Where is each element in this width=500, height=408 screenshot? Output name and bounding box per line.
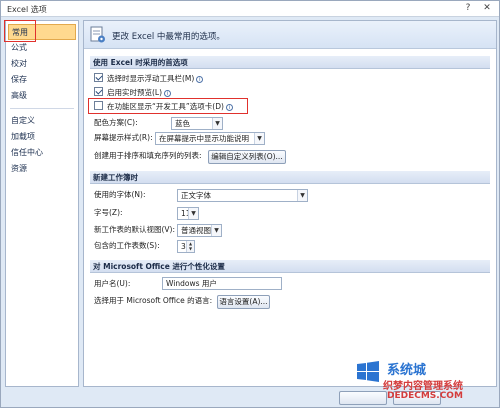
site-watermark: 系统城 织梦内容管理系统 DEDECMS.COM	[353, 357, 499, 407]
nav-item-save[interactable]: 保存	[6, 72, 78, 88]
screentip-select[interactable]: 在屏幕提示中显示功能说明 ▼	[155, 132, 265, 145]
username-value: Windows 用户	[166, 279, 217, 288]
font-size-label: 字号(Z):	[94, 208, 123, 217]
chevron-down-icon: ▼	[297, 190, 307, 201]
default-view-value: 普通视图	[181, 226, 211, 235]
section-personalize-title: 对 Microsoft Office 进行个性化设置	[90, 260, 490, 273]
default-view-select[interactable]: 普通视图 ▼	[177, 224, 222, 237]
sheets-count-label: 包含的工作表数(S):	[94, 241, 160, 250]
chevron-down-icon: ▼	[211, 225, 221, 236]
excel-options-dialog: Excel 选项 ? ✕ 常用 公式 校对 保存 高级 自定义 加载项 信任中心…	[0, 0, 500, 408]
edit-custom-lists-button[interactable]: 编辑自定义列表(O)...	[208, 150, 286, 164]
watermark-line2: 织梦内容管理系统	[383, 381, 463, 392]
nav-divider	[10, 108, 74, 109]
content-header: 更改 Excel 中最常用的选项。	[84, 21, 496, 49]
info-icon: i	[196, 76, 204, 83]
developer-tab-highlight-box	[88, 98, 248, 114]
color-scheme-value: 蓝色	[175, 119, 190, 128]
language-settings-button[interactable]: 语言设置(A)...	[217, 295, 270, 309]
window-title: Excel 选项	[7, 5, 47, 14]
info-icon: i	[164, 90, 172, 97]
help-icon[interactable]: ?	[459, 2, 477, 15]
language-label: 选择用于 Microsoft Office 的语言:	[94, 296, 213, 305]
nav-item-trust-center[interactable]: 信任中心	[6, 145, 78, 161]
chevron-down-icon: ▼	[188, 208, 198, 219]
options-content: 更改 Excel 中最常用的选项。 使用 Excel 时采用的首选项 选择时显示…	[83, 20, 497, 387]
options-nav: 常用 公式 校对 保存 高级 自定义 加载项 信任中心 资源	[5, 20, 79, 387]
color-scheme-label: 配色方案(C):	[94, 118, 138, 127]
username-input[interactable]: Windows 用户	[162, 277, 282, 290]
nav-item-proofing[interactable]: 校对	[6, 56, 78, 72]
chevron-down-icon: ▼	[254, 133, 264, 144]
close-icon[interactable]: ✕	[478, 2, 496, 15]
font-select[interactable]: 正文字体 ▼	[177, 189, 308, 202]
screentip-value: 在屏幕提示中显示功能说明	[159, 134, 249, 143]
chevron-down-icon: ▼	[212, 118, 222, 129]
live-preview-checkbox[interactable]	[94, 87, 103, 96]
section-preferences-title: 使用 Excel 时采用的首选项	[90, 56, 490, 69]
nav-item-addins[interactable]: 加载项	[6, 129, 78, 145]
nav-item-formulas[interactable]: 公式	[6, 40, 78, 56]
sheets-count-stepper[interactable]: 3 ▲ ▼	[177, 240, 195, 253]
watermark-line3: DEDECMS.COM	[387, 391, 463, 401]
font-size-select[interactable]: 11 ▼	[177, 207, 199, 220]
color-scheme-select[interactable]: 蓝色 ▼	[171, 117, 223, 130]
section-new-workbook-title: 新建工作簿时	[90, 171, 490, 184]
nav-highlight-box	[4, 20, 36, 42]
document-options-icon	[90, 26, 105, 43]
nav-item-customize[interactable]: 自定义	[6, 113, 78, 129]
header-text: 更改 Excel 中最常用的选项。	[112, 32, 225, 42]
custom-lists-label: 创建用于排序和填充序列的列表:	[94, 151, 202, 160]
screentip-label: 屏幕提示样式(R):	[94, 133, 153, 142]
mini-toolbar-option[interactable]: 选择时显示浮动工具栏(M) i	[94, 72, 204, 86]
font-value: 正文字体	[181, 191, 211, 200]
live-preview-label: 启用实时预览(L)	[107, 88, 163, 97]
mini-toolbar-checkbox[interactable]	[94, 73, 103, 82]
mini-toolbar-label: 选择时显示浮动工具栏(M)	[107, 74, 195, 83]
watermark-line1: 系统城	[387, 363, 427, 378]
nav-item-advanced[interactable]: 高级	[6, 88, 78, 104]
nav-item-resources[interactable]: 资源	[6, 161, 78, 177]
arrow-down-icon[interactable]: ▼	[187, 246, 194, 251]
title-bar: Excel 选项 ? ✕	[1, 1, 499, 17]
default-view-label: 新工作表的默认视图(V):	[94, 225, 176, 234]
windows-logo-icon	[357, 361, 379, 382]
font-label: 使用的字体(N):	[94, 190, 146, 199]
username-label: 用户名(U):	[94, 279, 131, 288]
spinner-arrows[interactable]: ▲ ▼	[186, 241, 194, 252]
